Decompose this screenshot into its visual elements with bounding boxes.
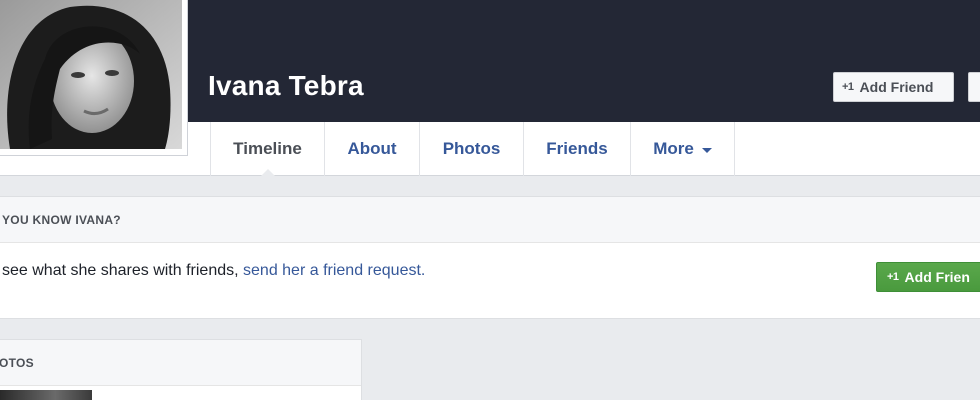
do-you-know-box: YOU KNOW IVANA? see what she shares with… (0, 196, 980, 319)
know-box-prefix: see what she shares with friends, (2, 262, 239, 279)
tab-label: Photos (442, 139, 501, 158)
chevron-down-icon (701, 148, 712, 153)
add-friend-label: Add Friend (859, 79, 934, 95)
tab-more[interactable]: More (630, 122, 735, 176)
tab-label: More (653, 139, 694, 158)
send-friend-request-link[interactable]: send her a friend request. (243, 262, 425, 279)
tab-about[interactable]: About (324, 122, 419, 176)
add-friend-icon: +1 (887, 271, 899, 283)
message-button[interactable] (968, 72, 980, 102)
profile-picture[interactable] (0, 0, 188, 156)
photo-thumbnail[interactable] (0, 390, 92, 400)
add-friend-green-button[interactable]: +1 Add Frien (876, 262, 980, 292)
tab-label: About (347, 139, 397, 158)
know-box-text: see what she shares with friends, send h… (2, 262, 425, 280)
add-friend-button[interactable]: +1 Add Friend (833, 72, 954, 102)
profile-tabs: Timeline About Photos Friends More (210, 122, 735, 177)
tab-photos[interactable]: Photos (419, 122, 523, 176)
profile-photo-image (0, 0, 182, 149)
add-friend-green-label: Add Frien (904, 269, 970, 285)
know-box-header: YOU KNOW IVANA? (0, 197, 980, 243)
add-friend-icon: +1 (842, 81, 854, 93)
tab-timeline[interactable]: Timeline (210, 122, 324, 177)
photos-box: OTOS (0, 339, 362, 400)
photos-box-header[interactable]: OTOS (0, 340, 361, 386)
tab-friends[interactable]: Friends (523, 122, 630, 176)
tab-label: Friends (546, 139, 608, 158)
tab-label: Timeline (233, 139, 302, 158)
profile-name[interactable]: Ivana Tebra (208, 70, 364, 102)
active-tab-indicator (259, 169, 276, 177)
